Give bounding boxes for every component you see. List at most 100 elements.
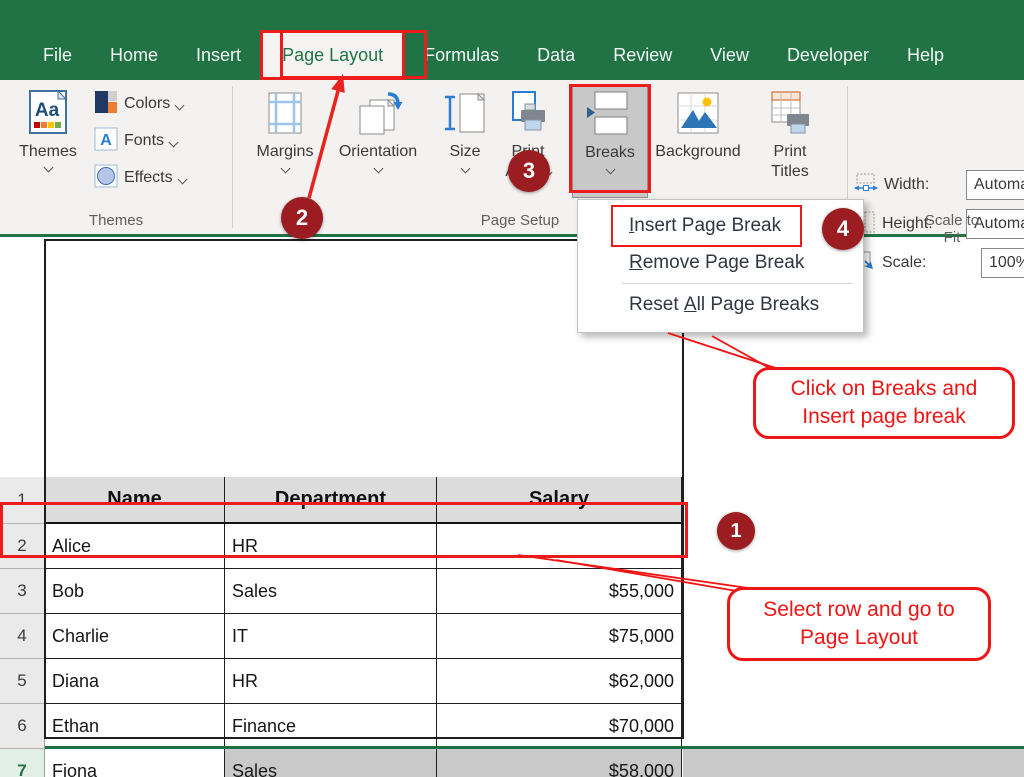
ribbon-button-icon-wrap [262,88,308,142]
excel-window: FileHomeInsertPage LayoutFormulasDataRev… [0,0,1024,777]
colors-icon [94,90,118,119]
column-header-department[interactable]: Department [225,477,437,524]
cell-salary[interactable]: $58,000 [437,749,682,777]
width-icon [854,173,878,198]
ribbon-button-orientation[interactable]: Orientation [330,86,426,198]
cell-dept[interactable]: Finance [225,704,437,749]
row-header[interactable]: 3 [0,569,45,614]
tab-review[interactable]: Review [594,30,691,80]
tab-page-layout[interactable]: Page Layout [260,30,405,80]
tab-developer[interactable]: Developer [768,30,888,80]
menu-item-insert-page-break[interactable]: Insert Page Break [578,207,863,244]
menu-item-reset-all-page-breaks[interactable]: Reset All Page Breaks [578,286,863,323]
fonts-icon: A [94,127,118,156]
cell-salary[interactable]: $62,000 [437,659,682,704]
ribbon-button-fonts[interactable]: A Fonts [94,125,177,157]
ribbon-tab-bar: FileHomeInsertPage LayoutFormulasDataRev… [0,0,1024,80]
tab-home[interactable]: Home [91,30,177,80]
scale-field-width: Width: [854,170,929,200]
ribbon-button-label: Breaks [585,143,635,163]
ribbon-button-print-titles[interactable]: PrintTitles [758,86,822,198]
cell-dept[interactable]: HR [225,659,437,704]
ribbon-button-effects[interactable]: Effects [94,162,186,194]
row-header[interactable]: 6 [0,704,45,749]
effects-icon [94,164,118,193]
scale-to-fit-group-label: Scale to Fit [916,212,988,246]
scale-input[interactable]: 100% [981,248,1024,278]
width-input[interactable]: Automatic [966,170,1024,200]
chevron-down-icon [605,165,615,175]
scale-field-label: Scale: [882,254,926,272]
menu-separator [622,283,853,284]
themes-group-label: Themes [89,212,143,229]
ribbon-button-colors[interactable]: Colors [94,88,183,120]
row-header[interactable]: 5 [0,659,45,704]
callout-line: Select row and go to [763,596,954,624]
tab-view[interactable]: View [691,30,768,80]
row-header[interactable]: 4 [0,614,45,659]
cell-name[interactable]: Diana [45,659,225,704]
menu-item-text: Reset [629,294,684,316]
ribbon-button-label: Background [655,142,740,162]
tab-data[interactable]: Data [518,30,594,80]
cell-salary[interactable]: $55,000 [437,569,682,614]
themes-button[interactable]: Aa Themes [10,86,86,198]
chevron-down-icon [177,175,187,185]
column-header-name[interactable]: Name [45,477,225,524]
ribbon-button-label: Titles [771,162,809,182]
menu-item-remove-page-break[interactable]: Remove Page Break [578,244,863,281]
column-header-salary[interactable]: Salary [437,477,682,524]
group-separator [232,86,233,228]
cell-dept[interactable]: Sales [225,569,437,614]
breaks-dropdown-menu: Insert Page BreakRemove Page Break Reset … [577,199,864,333]
row-header[interactable]: 2 [0,524,45,569]
ribbon-button-label: Orientation [339,142,417,162]
menu-item-accelerator: A [684,294,697,316]
ribbon-button-label: Colors [124,95,170,113]
cell-salary[interactable]: $70,000 [437,704,682,749]
scale-field-scale: Scale: [854,248,926,278]
cell-name[interactable]: Ethan [45,704,225,749]
cell-dept[interactable]: HR [225,524,437,569]
ribbon-button-label: Size [449,142,480,162]
tab-insert[interactable]: Insert [177,30,260,80]
ribbon-button-background[interactable]: Background [650,86,746,198]
ribbon-button-label: Margins [257,142,314,162]
cell-name[interactable]: Fiona [45,749,225,777]
callout-line: Page Layout [800,624,918,652]
ribbon-button-label: Print [774,142,807,162]
themes-icon: Aa [25,88,71,141]
step-badge-2: 2 [281,197,323,239]
tab-formulas[interactable]: Formulas [405,30,518,80]
ribbon-button-size[interactable]: Size [437,86,493,198]
menu-item-accelerator: R [629,252,643,274]
cell-name[interactable]: Bob [45,569,225,614]
ribbon-button-label: Fonts [124,132,164,150]
cell-name[interactable]: Alice [45,524,225,569]
step-badge-1: 1 [717,512,755,550]
worksheet-grid: 1NameDepartmentSalary2AliceHR3BobSales$5… [0,237,1024,777]
margins-icon [262,90,308,141]
chevron-down-icon [280,164,290,174]
cell-salary[interactable] [437,524,682,569]
callout-breaks-instruction: Click on Breaks and Insert page break [753,367,1015,439]
cell-dept[interactable]: IT [225,614,437,659]
tab-file[interactable]: File [24,30,91,80]
menu-item-text: nsert Page Break [634,215,781,237]
callout-line: Click on Breaks and [791,375,978,403]
row-header[interactable]: 1 [0,477,45,524]
ribbon-button-breaks[interactable]: Breaks [572,86,648,198]
chevron-down-icon [169,138,179,148]
scale-field-label: Width: [884,176,929,194]
menu-item-text: ll Page Breaks [697,294,820,316]
ribbon-button-margins[interactable]: Margins [248,86,322,198]
cell-salary[interactable]: $75,000 [437,614,682,659]
print-area-icon [505,90,551,141]
print-titles-icon [767,90,813,141]
cell-name[interactable]: Charlie [45,614,225,659]
cell-dept[interactable]: Sales [225,749,437,777]
size-icon [443,90,487,141]
svg-text:Aa: Aa [35,100,60,121]
tab-help[interactable]: Help [888,30,963,80]
row-header[interactable]: 7 [0,749,45,777]
